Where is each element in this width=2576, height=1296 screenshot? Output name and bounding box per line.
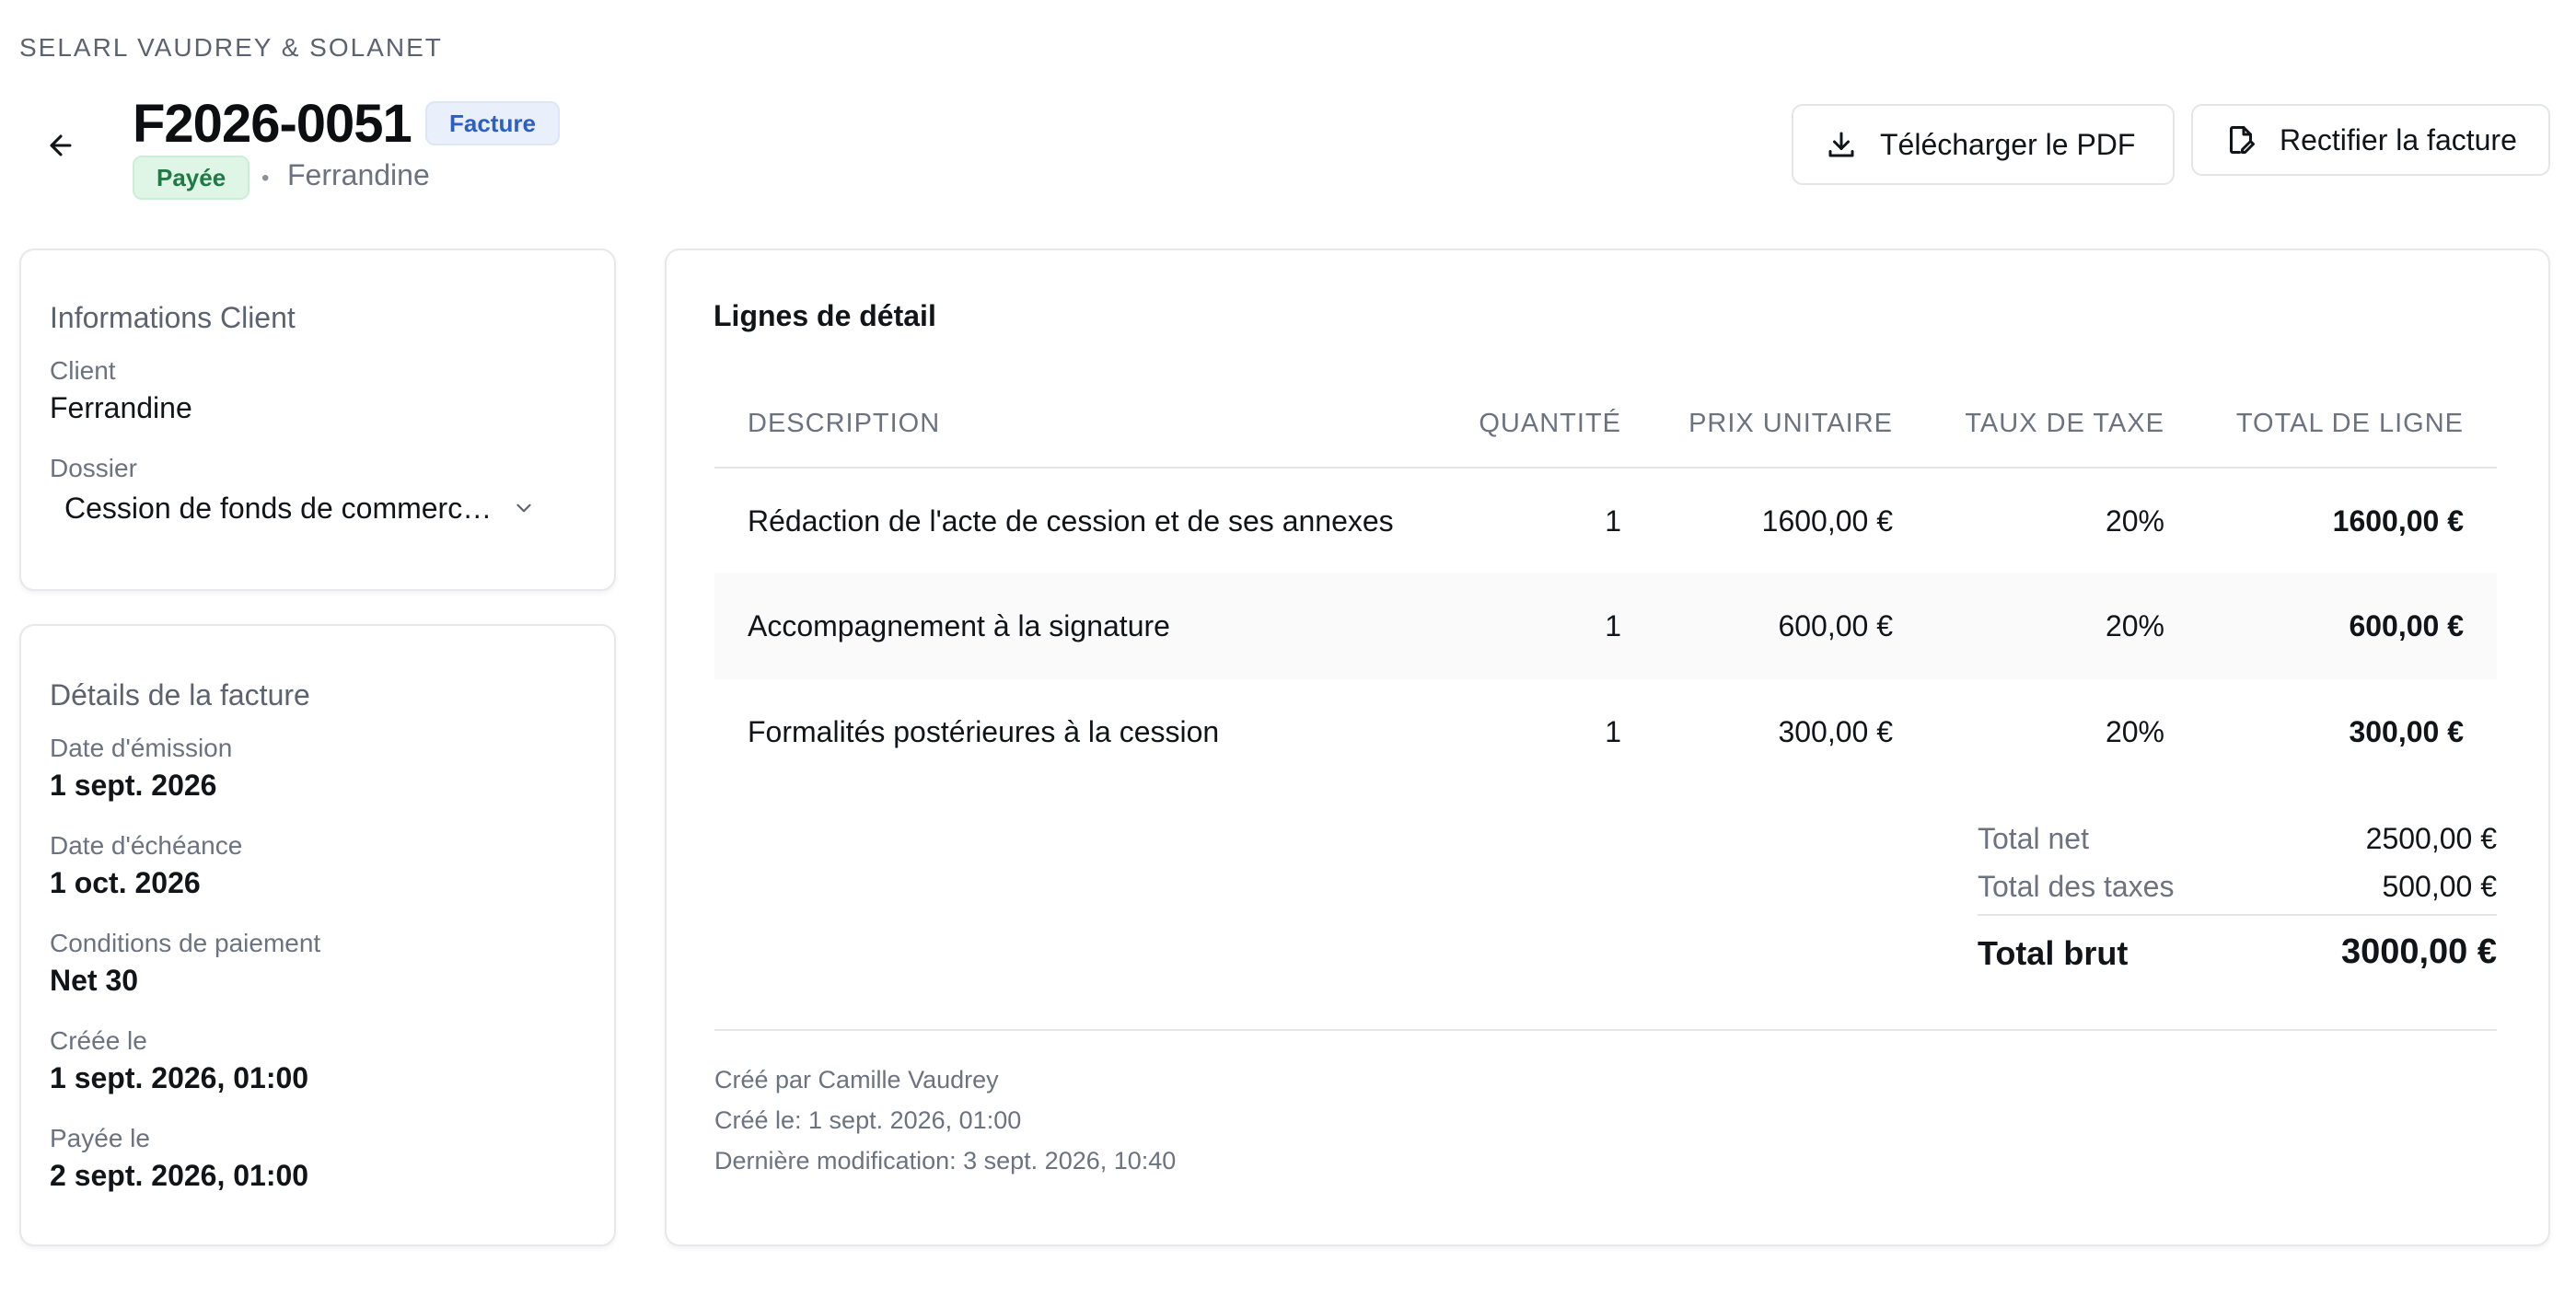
cell-unit-price: 300,00 €	[1778, 715, 1893, 748]
detail-label: Créée le	[50, 1026, 147, 1055]
detail-value: 1 oct. 2026	[50, 866, 201, 899]
detail-label: Payée le	[50, 1124, 150, 1152]
last-modified: Dernière modification: 3 sept. 2026, 10:…	[714, 1147, 1177, 1174]
dossier-select[interactable]: Cession de fonds de commerce…	[50, 480, 565, 536]
chevron-down-icon	[516, 503, 531, 513]
cell-line-total: 1600,00 €	[2332, 503, 2464, 538]
totals-divider	[1978, 914, 2497, 916]
detail-value: 1 sept. 2026	[50, 769, 217, 802]
cell-tax-rate: 20%	[2105, 503, 2164, 538]
file-edit-icon	[2230, 126, 2255, 154]
total-tax-label: Total des taxes	[1978, 870, 2175, 903]
details-card-title: Détails de la facture	[50, 678, 310, 712]
firm-name: SELARL VAUDREY & SOLANET	[19, 33, 443, 62]
download-icon	[1828, 132, 1854, 157]
arrow-left-icon	[50, 134, 72, 156]
column-header-description: DESCRIPTION	[714, 381, 1433, 469]
detail-value: Net 30	[50, 964, 139, 997]
rectify-invoice-label: Rectifier la facture	[2280, 122, 2517, 156]
detail-value: 2 sept. 2026, 01:00	[50, 1159, 309, 1192]
cell-quantity: 1	[1605, 715, 1621, 748]
detail-value: 1 sept. 2026, 01:00	[50, 1061, 309, 1094]
table-row: Formalités postérieures à la cession 1 3…	[714, 679, 2497, 785]
detail-label: Conditions de paiement	[50, 929, 321, 957]
cell-quantity: 1	[1433, 573, 1654, 679]
detail-label: Date d'échéance	[50, 831, 243, 860]
download-pdf-label: Télécharger le PDF	[1880, 127, 2136, 161]
footer-divider	[714, 1029, 2497, 1031]
table-header-row: DESCRIPTION QUANTITÉ PRIX UNITAIRE TAUX …	[714, 381, 2497, 469]
cell-line-total: 600,00 €	[2198, 573, 2497, 679]
cell-tax-rate: 20%	[1926, 573, 2198, 679]
header-client-name: Ferrandine	[287, 158, 430, 191]
column-header-unit-price: PRIX UNITAIRE	[1654, 381, 1926, 469]
cell-unit-price: 1600,00 €	[1761, 503, 1893, 538]
type-badge: Facture	[425, 101, 560, 145]
total-tax-value: 500,00 €	[2382, 870, 2497, 903]
total-net-label: Total net	[1978, 822, 2089, 855]
line-items-title: Lignes de détail	[714, 299, 936, 332]
client-label: Client	[50, 356, 116, 385]
detail-label: Date d'émission	[50, 734, 233, 762]
column-header-tax-rate: TAUX DE TAXE	[1926, 381, 2198, 469]
table-row: Accompagnement à la signature 1 600,00 €…	[714, 573, 2497, 679]
total-net-value: 2500,00 €	[2365, 822, 2497, 855]
dossier-value: Cession de fonds de commerce…	[64, 491, 497, 525]
column-header-line-total: TOTAL DE LIGNE	[2198, 381, 2497, 469]
cell-line-total: 300,00 €	[2349, 715, 2464, 748]
cell-description: Accompagnement à la signature	[714, 573, 1433, 679]
total-gross-value: 3000,00 €	[2340, 932, 2497, 971]
download-pdf-button[interactable]: Télécharger le PDF	[1792, 104, 2175, 185]
status-badge: Payée	[133, 156, 250, 200]
client-card-title: Informations Client	[50, 301, 296, 334]
line-items-table: DESCRIPTION QUANTITÉ PRIX UNITAIRE TAUX …	[714, 381, 2497, 785]
rectify-invoice-button[interactable]: Rectifier la facture	[2191, 104, 2550, 176]
created-on: Créé le: 1 sept. 2026, 01:00	[714, 1106, 1022, 1134]
cell-description: Rédaction de l'acte de cession et de ses…	[748, 503, 1394, 538]
cell-tax-rate: 20%	[2105, 715, 2164, 748]
created-by: Créé par Camille Vaudrey	[714, 1066, 999, 1094]
back-button[interactable]	[42, 127, 79, 164]
cell-quantity: 1	[1605, 503, 1621, 538]
client-value: Ferrandine	[50, 391, 192, 424]
column-header-quantity: QUANTITÉ	[1433, 381, 1654, 469]
separator-dot: •	[261, 166, 270, 191]
table-row: Rédaction de l'acte de cession et de ses…	[714, 468, 2497, 573]
total-gross-label: Total brut	[1978, 934, 2129, 972]
invoice-number: F2026-0051	[133, 94, 412, 154]
dossier-label: Dossier	[50, 454, 137, 482]
cell-unit-price: 600,00 €	[1654, 573, 1926, 679]
cell-description: Formalités postérieures à la cession	[748, 715, 1220, 748]
